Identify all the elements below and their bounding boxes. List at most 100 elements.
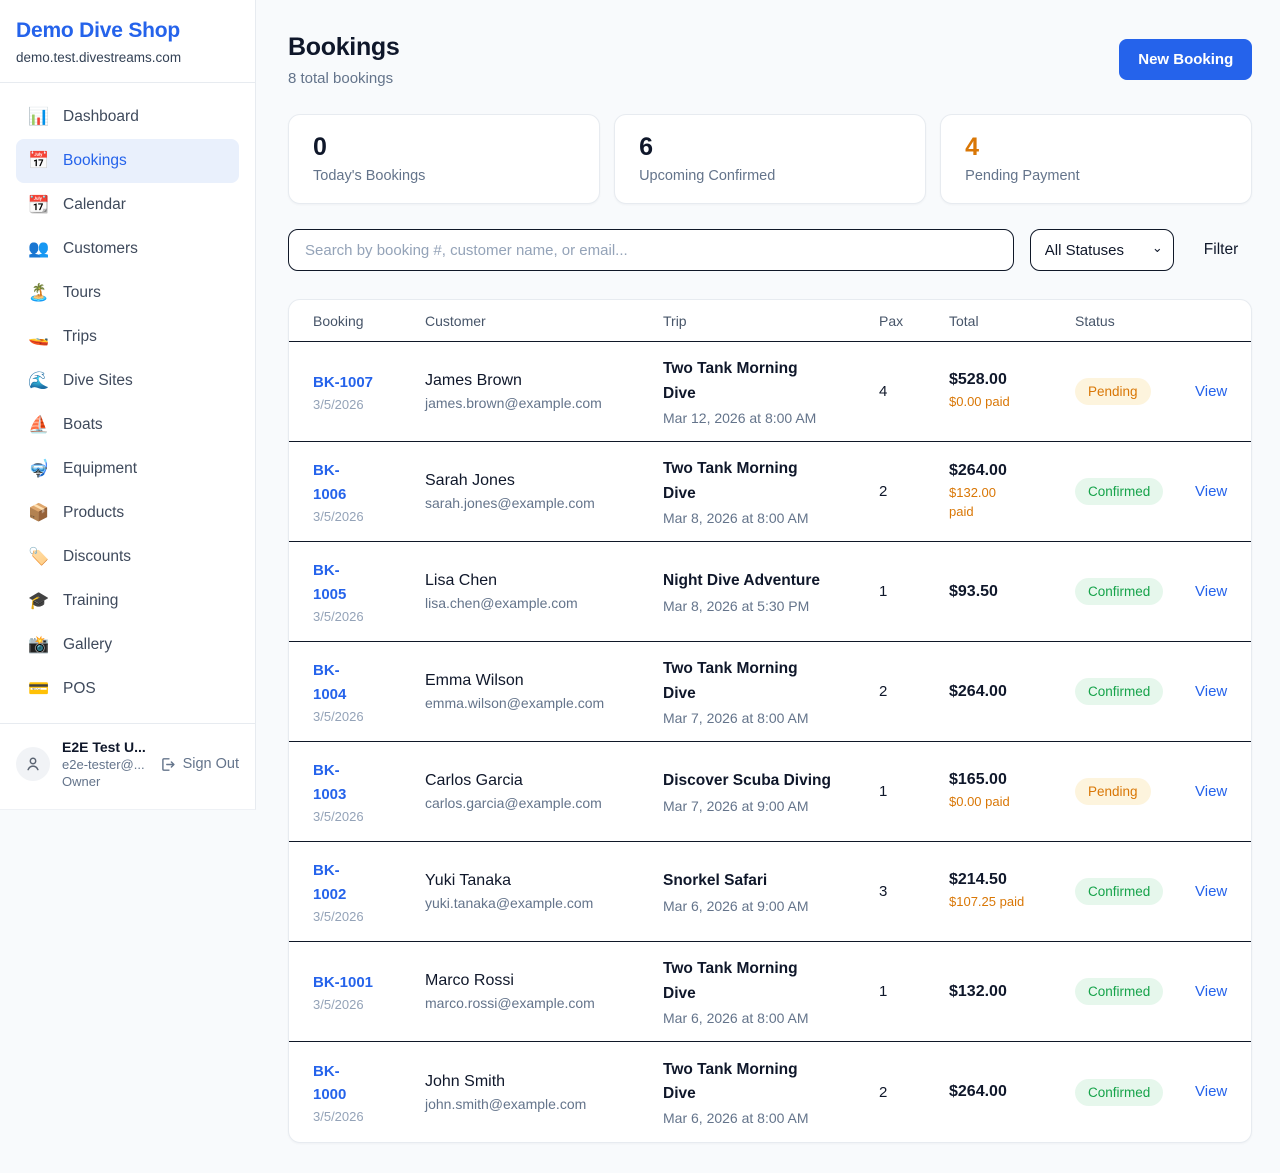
sidebar-item-bookings[interactable]: 📅 Bookings [16, 139, 239, 183]
total-cell: $93.50 [949, 583, 1075, 601]
total-amount: $264.00 [949, 462, 1075, 480]
sidebar-item-customers[interactable]: 👥 Customers [16, 227, 239, 271]
status-badge: Confirmed [1075, 478, 1163, 505]
view-link[interactable]: View [1195, 483, 1227, 500]
stat-label: Today's Bookings [313, 168, 575, 184]
stat-cards: 0 Today's Bookings 6 Upcoming Confirmed … [288, 114, 1252, 204]
bar-chart-icon: 📊 [28, 107, 50, 127]
customer-name: Marco Rossi [425, 972, 663, 990]
booking-date: 3/5/2026 [313, 809, 425, 824]
status-select[interactable]: All Statuses [1030, 229, 1174, 271]
booking-id-link[interactable]: BK-1007 [313, 371, 373, 394]
stat-label: Upcoming Confirmed [639, 168, 901, 184]
stat-value: 4 [965, 133, 1227, 162]
view-link[interactable]: View [1195, 783, 1227, 800]
customer-name: Sarah Jones [425, 472, 663, 490]
actions-cell: View [1195, 1083, 1227, 1101]
search-input[interactable] [288, 229, 1014, 271]
table-row: BK-1006 3/5/2026 Sarah Jones sarah.jones… [289, 442, 1251, 542]
trip-cell: Discover Scuba Diving Mar 7, 2026 at 9:0… [663, 769, 879, 813]
sidebar-item-dive-sites[interactable]: 🌊 Dive Sites [16, 359, 239, 403]
sidebar-item-trips[interactable]: 🚤 Trips [16, 315, 239, 359]
tear-off-calendar-icon: 📆 [28, 195, 50, 215]
total-amount: $93.50 [949, 583, 1075, 601]
table-row: BK-1002 3/5/2026 Yuki Tanaka yuki.tanaka… [289, 842, 1251, 942]
avatar [16, 747, 50, 781]
booking-date: 3/5/2026 [313, 609, 425, 624]
table-header-row: Booking Customer Trip Pax Total Status [289, 300, 1251, 342]
user-name: E2E Test U... [62, 739, 147, 755]
booking-cell: BK-1005 3/5/2026 [313, 559, 425, 624]
sidebar-item-pos[interactable]: 💳 POS [16, 667, 239, 711]
shop-header: Demo Dive Shop demo.test.divestreams.com [0, 0, 255, 83]
trip-cell: Snorkel Safari Mar 6, 2026 at 9:00 AM [663, 869, 879, 913]
customer-cell: Lisa Chen lisa.chen@example.com [425, 572, 663, 611]
sidebar-item-discounts[interactable]: 🏷️ Discounts [16, 535, 239, 579]
booking-date: 3/5/2026 [313, 997, 425, 1012]
booking-id-link[interactable]: BK-1005 [313, 559, 357, 606]
filter-button[interactable]: Filter [1190, 233, 1252, 267]
status-badge: Pending [1075, 778, 1151, 805]
sidebar-item-label: Trips [63, 328, 97, 346]
view-link[interactable]: View [1195, 883, 1227, 900]
people-icon: 👥 [28, 239, 50, 259]
view-link[interactable]: View [1195, 683, 1227, 700]
customer-name: Emma Wilson [425, 672, 663, 690]
sidebar-item-label: Bookings [63, 152, 127, 170]
view-link[interactable]: View [1195, 1083, 1227, 1100]
sidebar-item-label: Products [63, 504, 124, 522]
stat-card-pending-payment: 4 Pending Payment [940, 114, 1252, 204]
total-cell: $264.00 [949, 1083, 1075, 1101]
sidebar-item-gallery[interactable]: 📸 Gallery [16, 623, 239, 667]
table-row: BK-1001 3/5/2026 Marco Rossi marco.rossi… [289, 942, 1251, 1042]
booking-id-link[interactable]: BK-1001 [313, 971, 373, 994]
customer-cell: Marco Rossi marco.rossi@example.com [425, 972, 663, 1011]
person-icon [24, 755, 42, 773]
sign-out-button[interactable]: Sign Out [159, 756, 239, 773]
trip-datetime: Mar 7, 2026 at 9:00 AM [663, 798, 879, 814]
sidebar-item-boats[interactable]: ⛵ Boats [16, 403, 239, 447]
sailboat-icon: ⛵ [28, 415, 50, 435]
booking-id-link[interactable]: BK-1003 [313, 759, 357, 806]
status-cell: Confirmed [1075, 1079, 1195, 1106]
total-amount: $528.00 [949, 371, 1075, 389]
sidebar-item-tours[interactable]: 🏝️ Tours [16, 271, 239, 315]
table-row: BK-1000 3/5/2026 John Smith john.smith@e… [289, 1042, 1251, 1142]
new-booking-button[interactable]: New Booking [1119, 39, 1252, 80]
booking-id-link[interactable]: BK-1004 [313, 659, 357, 706]
column-header-booking: Booking [313, 313, 425, 329]
main-content: Bookings 8 total bookings New Booking 0 … [256, 0, 1280, 1173]
sidebar-item-products[interactable]: 📦 Products [16, 491, 239, 535]
pax-count: 1 [879, 583, 949, 600]
booking-id-link[interactable]: BK-1006 [313, 459, 357, 506]
view-link[interactable]: View [1195, 383, 1227, 400]
customer-cell: John Smith john.smith@example.com [425, 1073, 663, 1112]
sidebar-item-calendar[interactable]: 📆 Calendar [16, 183, 239, 227]
actions-cell: View [1195, 383, 1227, 401]
view-link[interactable]: View [1195, 583, 1227, 600]
sign-out-label: Sign Out [183, 756, 239, 772]
customer-name: John Smith [425, 1073, 663, 1091]
status-cell: Confirmed [1075, 478, 1195, 505]
sign-out-icon [159, 756, 176, 773]
sidebar-item-training[interactable]: 🎓 Training [16, 579, 239, 623]
trip-name: Snorkel Safari [663, 869, 833, 893]
sidebar-item-equipment[interactable]: 🤿 Equipment [16, 447, 239, 491]
trip-cell: Night Dive Adventure Mar 8, 2026 at 5:30… [663, 569, 879, 613]
customer-email: sarah.jones@example.com [425, 495, 663, 511]
customer-email: lisa.chen@example.com [425, 595, 663, 611]
trip-cell: Two Tank Morning Dive Mar 6, 2026 at 8:0… [663, 1058, 879, 1126]
user-role: Owner [62, 774, 147, 789]
graduation-cap-icon: 🎓 [28, 591, 50, 611]
table-row: BK-1004 3/5/2026 Emma Wilson emma.wilson… [289, 642, 1251, 742]
sidebar-item-dashboard[interactable]: 📊 Dashboard [16, 95, 239, 139]
trip-datetime: Mar 6, 2026 at 8:00 AM [663, 1010, 879, 1026]
booking-id-link[interactable]: BK-1002 [313, 859, 357, 906]
status-badge: Confirmed [1075, 578, 1163, 605]
view-link[interactable]: View [1195, 983, 1227, 1000]
trip-datetime: Mar 8, 2026 at 5:30 PM [663, 598, 879, 614]
trip-cell: Two Tank Morning Dive Mar 6, 2026 at 8:0… [663, 957, 879, 1025]
page-header: Bookings 8 total bookings New Booking [288, 33, 1252, 87]
booking-id-link[interactable]: BK-1000 [313, 1060, 357, 1107]
booking-cell: BK-1007 3/5/2026 [313, 371, 425, 412]
